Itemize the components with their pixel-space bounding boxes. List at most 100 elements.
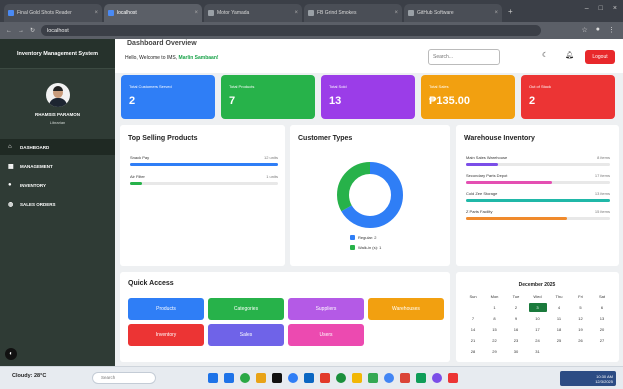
bookmark-icon[interactable]: ☆: [581, 26, 587, 34]
browser-tab[interactable]: FB Grind Smokes ×: [304, 4, 402, 22]
grid-icon: ▦: [8, 163, 14, 170]
sidebar-item-label: SALES ORDERS: [20, 201, 56, 207]
minimize-icon[interactable]: –: [585, 5, 589, 12]
calendar-day[interactable]: 16: [507, 325, 525, 334]
new-tab-icon[interactable]: +: [508, 7, 513, 16]
calendar-day[interactable]: 25: [550, 336, 568, 345]
sidebar-item-inventory[interactable]: ● INVENTORY: [0, 177, 115, 193]
close-window-icon[interactable]: ×: [613, 5, 617, 12]
quick-access-products-button[interactable]: Products: [128, 298, 204, 320]
calendar-weekday: Fri: [578, 294, 583, 299]
calendar-day[interactable]: 12: [572, 314, 590, 323]
taskbar-app-icon[interactable]: [432, 373, 442, 383]
tab-label: Motor Yamada: [217, 10, 250, 16]
calendar-day[interactable]: 3: [528, 303, 547, 312]
taskbar-app-icon[interactable]: [288, 373, 298, 383]
calendar-day[interactable]: 29: [486, 347, 504, 356]
bell-icon[interactable]: 🔔︎: [565, 51, 574, 59]
stat-card[interactable]: Total Sold 13: [321, 75, 415, 119]
search-input[interactable]: [428, 49, 500, 65]
menu-icon[interactable]: ⋮: [608, 26, 615, 34]
url-field[interactable]: localhost: [41, 25, 542, 36]
calendar-day[interactable]: 23: [507, 336, 525, 345]
calendar-day[interactable]: 8: [486, 314, 504, 323]
calendar-day[interactable]: 14: [464, 325, 482, 334]
tab-close-icon[interactable]: ×: [494, 10, 498, 16]
calendar-day[interactable]: 27: [593, 336, 611, 345]
back-icon[interactable]: ←: [6, 28, 12, 34]
calendar-day[interactable]: 31: [529, 347, 547, 356]
browser-tab[interactable]: Motor Yamada ×: [204, 4, 302, 22]
calendar-day[interactable]: 7: [464, 314, 482, 323]
calendar-day[interactable]: 28: [464, 347, 482, 356]
calendar-day[interactable]: 15: [486, 325, 504, 334]
calendar-day[interactable]: 20: [593, 325, 611, 334]
quick-access-inventory-button[interactable]: Inventory: [128, 324, 204, 346]
calendar-day[interactable]: 13: [593, 314, 611, 323]
calendar-day[interactable]: 9: [507, 314, 525, 323]
browser-tab[interactable]: Final Gold Shots Reader ×: [4, 4, 102, 22]
taskbar-search[interactable]: Search: [92, 372, 156, 384]
taskbar-app-icon[interactable]: [448, 373, 458, 383]
calendar-day[interactable]: 10: [529, 314, 547, 323]
profile-icon[interactable]: ●: [596, 26, 600, 34]
taskbar-app-icon[interactable]: [272, 373, 282, 383]
forward-icon[interactable]: →: [18, 28, 24, 34]
tab-close-icon[interactable]: ×: [294, 10, 298, 16]
taskbar-app-icon[interactable]: [256, 373, 266, 383]
calendar-day[interactable]: 21: [464, 336, 482, 345]
taskbar-app-icon[interactable]: [320, 373, 330, 383]
stat-card[interactable]: Out of Stock 2: [521, 75, 615, 119]
calendar-day[interactable]: 2: [507, 303, 525, 312]
quick-access-warehouses-button[interactable]: Warehouses: [368, 298, 444, 320]
taskbar-app-icon[interactable]: [336, 373, 346, 383]
calendar-day[interactable]: 18: [550, 325, 568, 334]
theme-toggle-icon[interactable]: ◐: [5, 348, 17, 360]
maximize-icon[interactable]: □: [599, 5, 603, 12]
tab-close-icon[interactable]: ×: [94, 10, 98, 16]
calendar-day[interactable]: 1: [486, 303, 504, 312]
sidebar-item-sales-orders[interactable]: ◍ SALES ORDERS: [0, 196, 115, 212]
system-tray-clock[interactable]: 10:30 AM 12/3/2025: [560, 371, 616, 386]
taskbar-app-icon[interactable]: [368, 373, 378, 383]
taskbar-app-icon[interactable]: [224, 373, 234, 383]
taskbar-app-icon[interactable]: [240, 373, 250, 383]
tab-close-icon[interactable]: ×: [394, 10, 398, 16]
taskbar-app-icon[interactable]: [304, 373, 314, 383]
stat-card[interactable]: Total Customers Served 2: [121, 75, 215, 119]
product-units: 1 units: [266, 174, 278, 179]
browser-tab[interactable]: GitHub Software ×: [404, 4, 502, 22]
sidebar-item-management[interactable]: ▦ MANAGEMENT: [0, 158, 115, 174]
calendar-day[interactable]: 22: [486, 336, 504, 345]
calendar-day[interactable]: 11: [550, 314, 568, 323]
sidebar-item-dashboard[interactable]: ⌂ DASHBOARD: [0, 139, 115, 155]
browser-tab[interactable]: localhost ×: [104, 4, 202, 22]
stat-card[interactable]: Total Sales ₱135.00: [421, 75, 515, 119]
product-units: 12 units: [263, 155, 278, 160]
calendar-day[interactable]: 5: [572, 303, 590, 312]
quick-access-suppliers-button[interactable]: Suppliers: [288, 298, 364, 320]
calendar-day[interactable]: 6: [593, 303, 611, 312]
taskbar-app-icon[interactable]: [352, 373, 362, 383]
calendar-day[interactable]: 30: [507, 347, 525, 356]
calendar-day[interactable]: 4: [550, 303, 568, 312]
taskbar-app-icon[interactable]: [384, 373, 394, 383]
quick-access-sales-button[interactable]: Sales: [208, 324, 284, 346]
dark-mode-icon[interactable]: ☾: [542, 51, 548, 59]
calendar-day[interactable]: 19: [572, 325, 590, 334]
taskbar-app-icon[interactable]: [400, 373, 410, 383]
quick-access-categories-button[interactable]: Categories: [208, 298, 284, 320]
quick-access-users-button[interactable]: Users: [288, 324, 364, 346]
windows-start-icon[interactable]: [208, 373, 218, 383]
reload-icon[interactable]: ↻: [30, 27, 35, 34]
tab-close-icon[interactable]: ×: [194, 10, 198, 16]
calendar-day[interactable]: 17: [529, 325, 547, 334]
weather-widget[interactable]: Cloudy: 28°C: [12, 373, 46, 379]
stat-card[interactable]: Total Products 7: [221, 75, 315, 119]
calendar-day[interactable]: 26: [572, 336, 590, 345]
calendar-day[interactable]: 24: [529, 336, 547, 345]
taskbar-app-icon[interactable]: [416, 373, 426, 383]
logout-button[interactable]: Logout: [585, 50, 615, 64]
top-selling-panel: Top Selling Products Snack Pay 12 units Ai…: [120, 125, 285, 266]
stat-value: 2: [529, 95, 536, 107]
